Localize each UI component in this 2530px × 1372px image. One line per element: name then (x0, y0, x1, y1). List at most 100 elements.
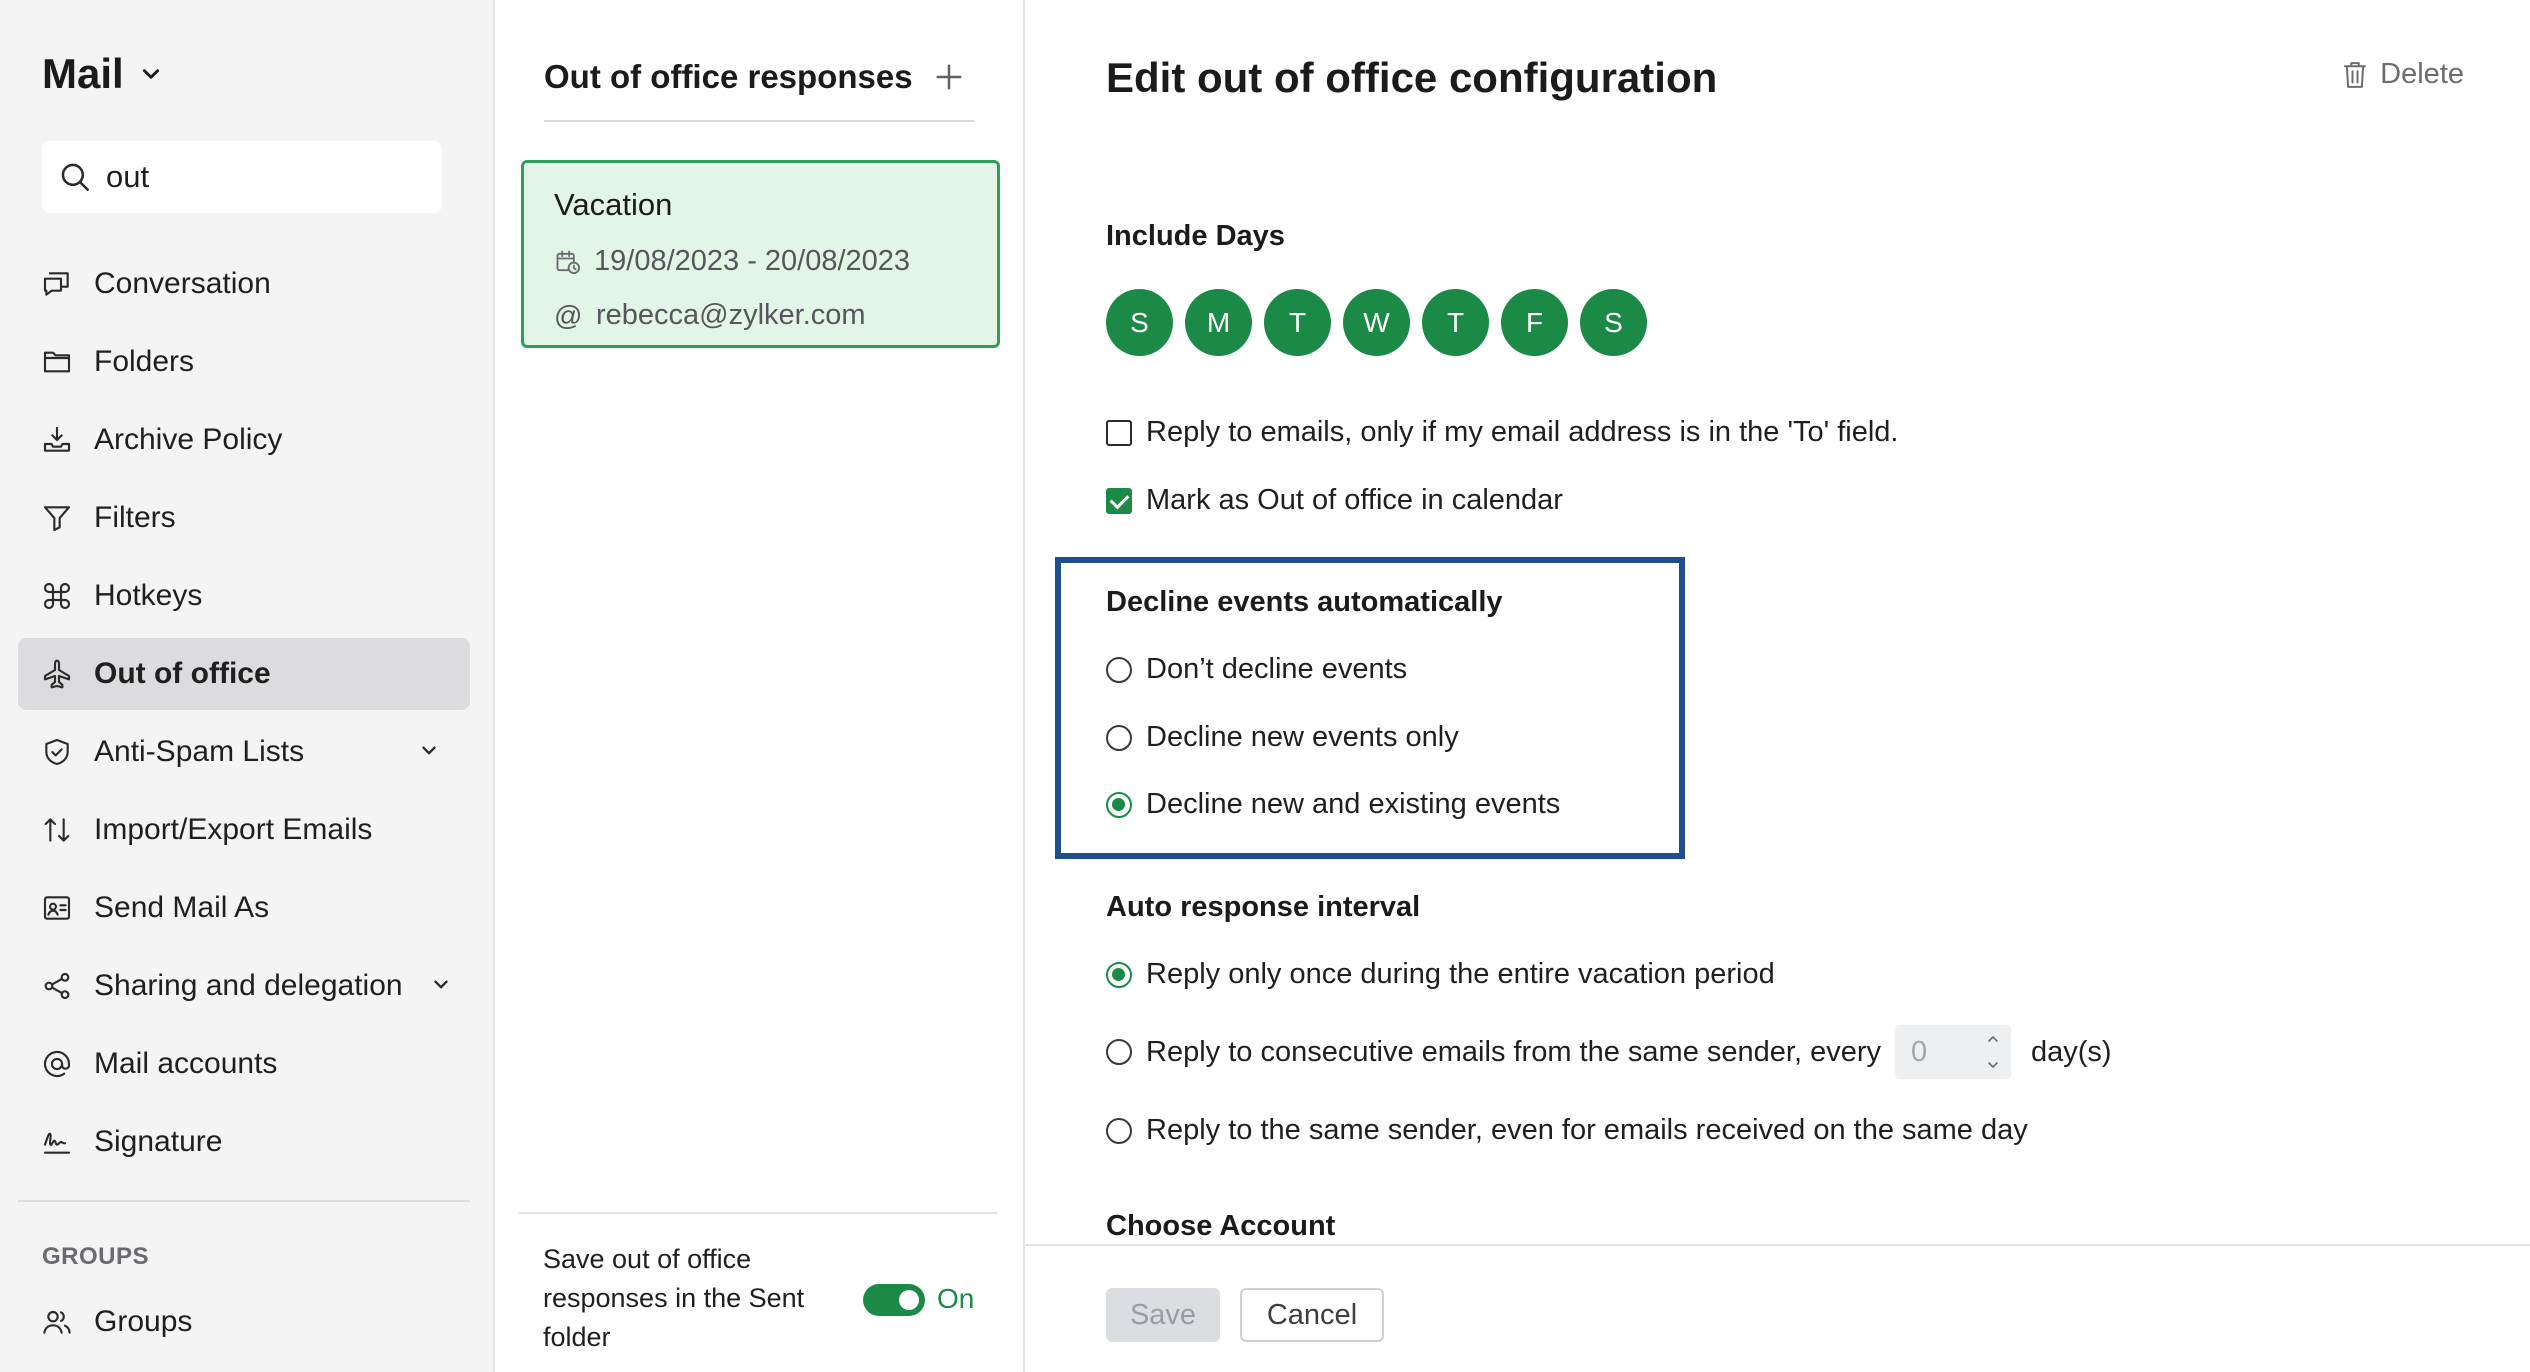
sidebar-item-archive-policy[interactable]: Archive Policy (18, 404, 470, 476)
save-to-sent-toggle[interactable] (863, 1284, 925, 1316)
interval-once-radio[interactable] (1106, 961, 1132, 988)
sidebar-item-conversation[interactable]: Conversation (18, 248, 470, 320)
chevron-down-icon[interactable] (430, 974, 452, 996)
decline-new-label: Decline new events only (1146, 721, 1459, 753)
day-thursday[interactable]: T (1422, 289, 1489, 356)
add-icon[interactable] (934, 62, 964, 92)
day-monday[interactable]: M (1185, 289, 1252, 356)
mark-calendar-checkbox[interactable] (1106, 487, 1132, 514)
interval-days-stepper[interactable]: 0 (1895, 1025, 2011, 1079)
edit-configuration-panel: Edit out of office configuration Delete … (1025, 0, 2530, 1372)
import-export-icon (40, 813, 74, 847)
decline-none-radio[interactable] (1106, 656, 1132, 683)
sidebar-item-hotkeys[interactable]: Hotkeys (18, 560, 470, 632)
sidebar-item-filters[interactable]: Filters (18, 482, 470, 554)
sidebar-item-folders[interactable]: Folders (18, 326, 470, 398)
sidebar-item-label: Filters (94, 501, 176, 534)
day-sunday[interactable]: S (1106, 289, 1173, 356)
sidebar-item-label: Send Mail As (94, 891, 270, 924)
decline-all-radio[interactable] (1106, 791, 1132, 818)
airplane-icon (40, 657, 74, 691)
day-friday[interactable]: F (1501, 289, 1568, 356)
archive-icon (40, 423, 74, 457)
mark-calendar-option: Mark as Out of office in calendar (1106, 484, 1563, 517)
calendar-clock-icon (556, 250, 581, 274)
save-to-sent-setting: Save out of office responses in the Sent… (519, 1212, 997, 1352)
conversation-icon (40, 267, 74, 301)
sidebar: Mail Conversation Folders Archive Policy… (0, 0, 495, 1372)
save-button[interactable]: Save (1106, 1288, 1220, 1342)
reply-to-field-checkbox[interactable] (1106, 419, 1132, 446)
sidebar-item-anti-spam-lists[interactable]: Anti-Spam Lists (18, 716, 470, 788)
at-sign-icon: @ (554, 299, 583, 331)
interval-days-unit: day(s) (2031, 1035, 2112, 1068)
response-name: Vacation (554, 187, 673, 222)
cancel-button[interactable]: Cancel (1240, 1288, 1384, 1342)
chevron-down-icon[interactable] (1985, 1057, 2001, 1073)
interval-days-value: 0 (1911, 1035, 1928, 1068)
sidebar-item-label: Groups (94, 1305, 193, 1338)
include-days-title: Include Days (1106, 220, 1285, 252)
sidebar-item-import-export-emails[interactable]: Import/Export Emails (18, 794, 470, 866)
delete-label: Delete (2380, 58, 2464, 90)
decline-option-none: Don’t decline events (1106, 653, 1407, 686)
sidebar-item-mail-accounts[interactable]: Mail accounts (18, 1028, 470, 1100)
sidebar-item-label: Sharing and delegation (94, 969, 403, 1002)
interval-option-once: Reply only once during the entire vacati… (1106, 958, 1775, 991)
day-selector: S M T W T F S (1106, 289, 1647, 356)
interval-option-every: Reply to consecutive emails from the sam… (1106, 1025, 2112, 1079)
response-email-row: @ rebecca@zylker.com (554, 299, 866, 332)
trash-icon (2344, 61, 2367, 88)
filter-icon (40, 501, 74, 535)
sidebar-item-signature[interactable]: Signature (18, 1106, 470, 1178)
chevron-up-icon[interactable] (1985, 1031, 2001, 1047)
day-wednesday[interactable]: W (1343, 289, 1410, 356)
response-dates: 19/08/2023 - 20/08/2023 (594, 245, 911, 277)
day-saturday[interactable]: S (1580, 289, 1647, 356)
sidebar-divider (18, 1200, 470, 1202)
sidebar-item-label: Archive Policy (94, 423, 283, 456)
sidebar-item-label: Out of office (94, 657, 271, 690)
search-input[interactable] (106, 159, 426, 195)
choose-account-title: Choose Account (1106, 1210, 1336, 1242)
chevron-down-icon[interactable] (418, 740, 440, 762)
list-header: Out of office responses (544, 58, 974, 122)
interval-same-day-radio[interactable] (1106, 1117, 1132, 1144)
response-date-range: 19/08/2023 - 20/08/2023 (554, 245, 910, 278)
interval-every-radio[interactable] (1106, 1039, 1132, 1065)
mark-calendar-label: Mark as Out of office in calendar (1146, 484, 1563, 516)
reply-to-field-label: Reply to emails, only if my email addres… (1146, 416, 1899, 448)
decline-events-title: Decline events automatically (1106, 586, 1503, 618)
toggle-state-label: On (937, 1283, 975, 1314)
id-card-icon (40, 891, 74, 925)
sidebar-item-out-of-office[interactable]: Out of office (18, 638, 470, 710)
reply-to-field-option: Reply to emails, only if my email addres… (1106, 416, 1899, 449)
page-title: Edit out of office configuration (1106, 54, 1718, 101)
day-tuesday[interactable]: T (1264, 289, 1331, 356)
sidebar-item-send-mail-as[interactable]: Send Mail As (18, 872, 470, 944)
sidebar-item-label: Signature (94, 1125, 223, 1158)
sidebar-item-label: Import/Export Emails (94, 813, 373, 846)
decline-option-all: Decline new and existing events (1106, 788, 1560, 821)
save-to-sent-label: Save out of office responses in the Sent… (543, 1244, 805, 1352)
delete-button[interactable]: Delete (2342, 58, 2464, 91)
app-title: Mail (42, 50, 124, 97)
share-icon (40, 969, 74, 1003)
sidebar-item-label: Folders (94, 345, 195, 378)
app-switcher[interactable]: Mail (42, 50, 162, 98)
response-card-vacation[interactable]: Vacation 19/08/2023 - 20/08/2023 @ rebec… (521, 160, 1000, 348)
sidebar-item-label: Hotkeys (94, 579, 203, 612)
signature-icon (40, 1125, 74, 1159)
stepper-arrows (1985, 1031, 2003, 1073)
at-sign-icon (40, 1047, 74, 1081)
sidebar-item-groups[interactable]: Groups (18, 1286, 470, 1358)
responses-list-panel: Out of office responses Vacation 19/08/2… (495, 0, 1025, 1372)
response-email: rebecca@zylker.com (596, 299, 866, 331)
decline-new-radio[interactable] (1106, 724, 1132, 751)
folder-icon (40, 345, 74, 379)
search-box (42, 141, 442, 213)
interval-option-same-day: Reply to the same sender, even for email… (1106, 1114, 2028, 1147)
sidebar-item-label: Mail accounts (94, 1047, 278, 1080)
decline-none-label: Don’t decline events (1146, 653, 1408, 685)
sidebar-item-sharing-and-delegation[interactable]: Sharing and delegation (18, 950, 470, 1022)
